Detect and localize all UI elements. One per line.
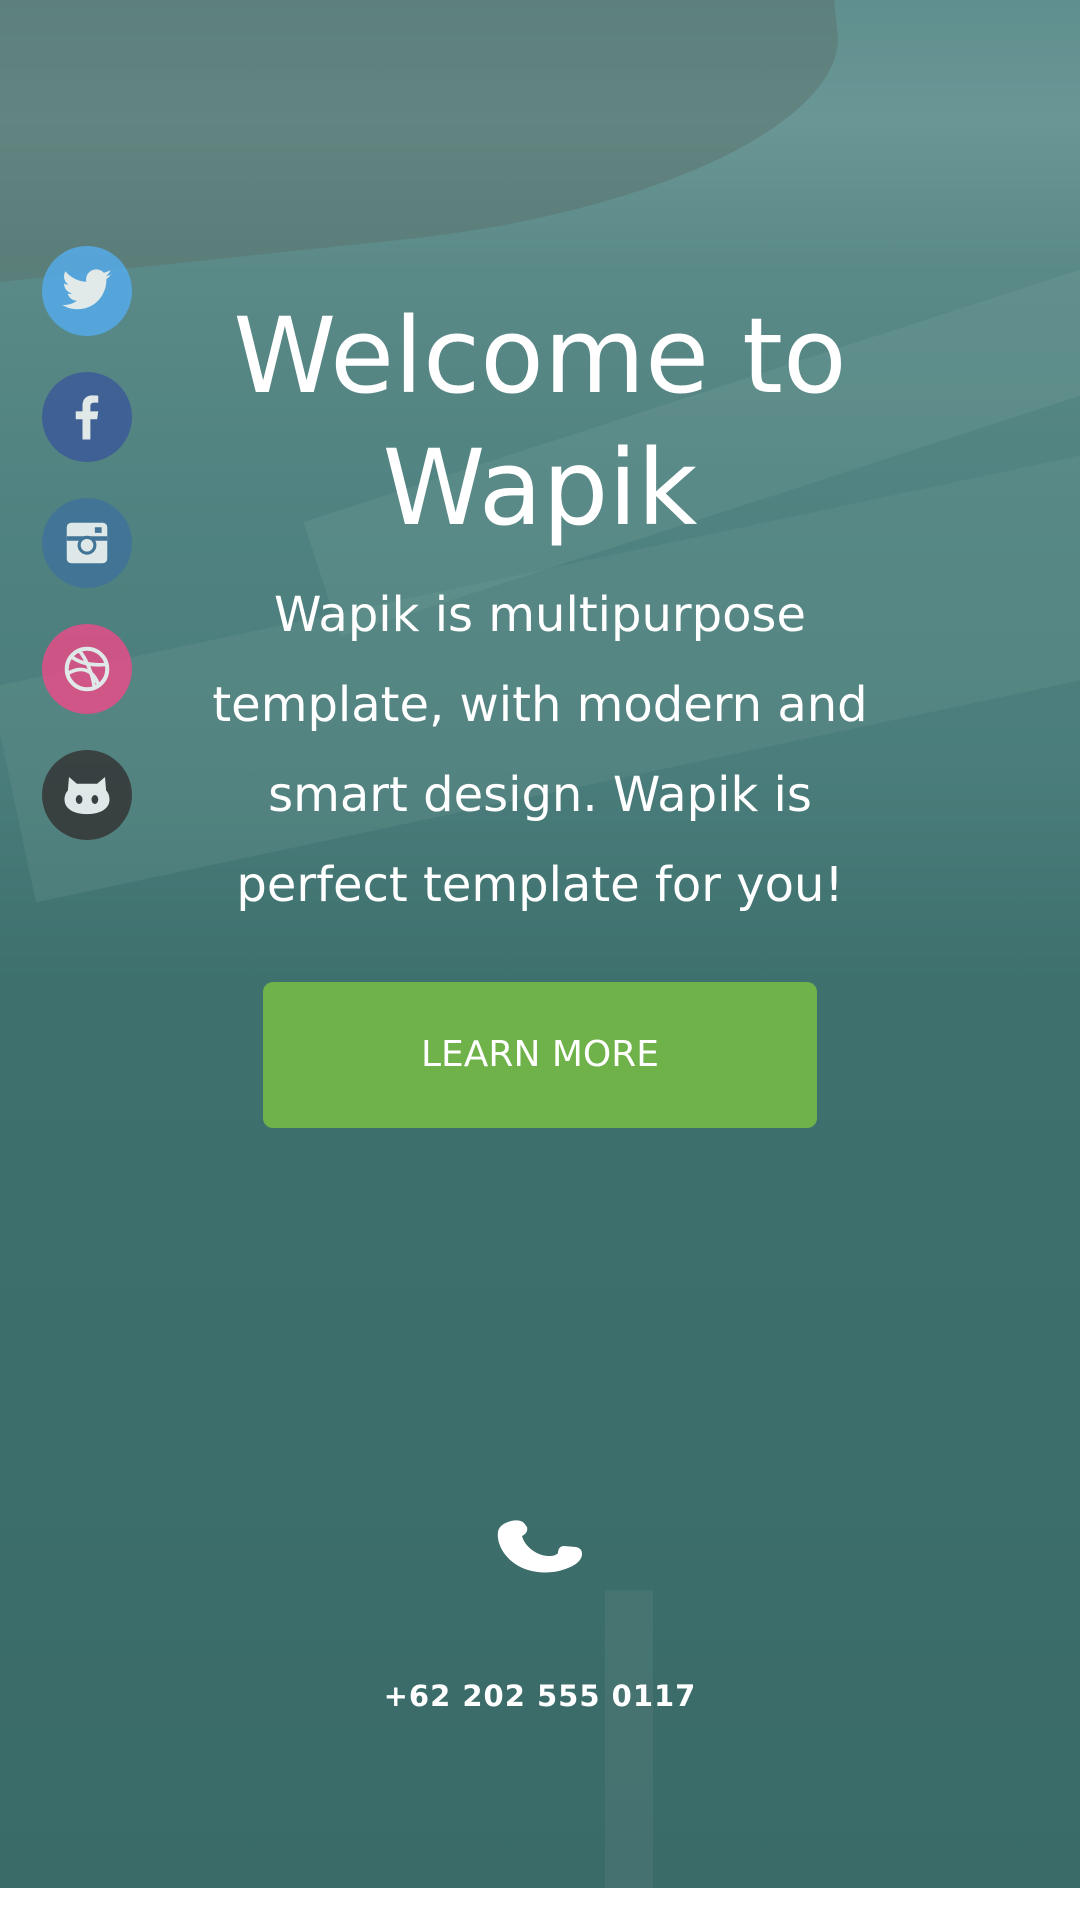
hero-screen: Welcome to Wapik Wapik is multipurpose t…	[0, 0, 1080, 1888]
twitter-icon	[60, 264, 114, 318]
instagram-button[interactable]	[42, 498, 132, 588]
hero-section: Welcome to Wapik Wapik is multipurpose t…	[180, 290, 900, 1128]
hero-title: Welcome to Wapik	[233, 295, 847, 549]
facebook-icon	[60, 390, 114, 444]
learn-more-button[interactable]: LEARN MORE	[263, 982, 817, 1128]
phone-icon	[494, 1520, 586, 1576]
github-button[interactable]	[42, 750, 132, 840]
dribbble-icon	[60, 642, 114, 696]
twitter-button[interactable]	[42, 246, 132, 336]
facebook-button[interactable]	[42, 372, 132, 462]
hero-description: Wapik is multipurpose template, with mod…	[212, 587, 868, 913]
background-image	[0, 0, 855, 287]
dribbble-button[interactable]	[42, 624, 132, 714]
phone-number[interactable]: +62 202 555 0117	[0, 1679, 1080, 1713]
social-sidebar	[42, 246, 132, 876]
instagram-icon	[60, 516, 114, 570]
contact-section: +62 202 555 0117	[0, 1520, 1080, 1713]
github-icon	[60, 768, 114, 822]
